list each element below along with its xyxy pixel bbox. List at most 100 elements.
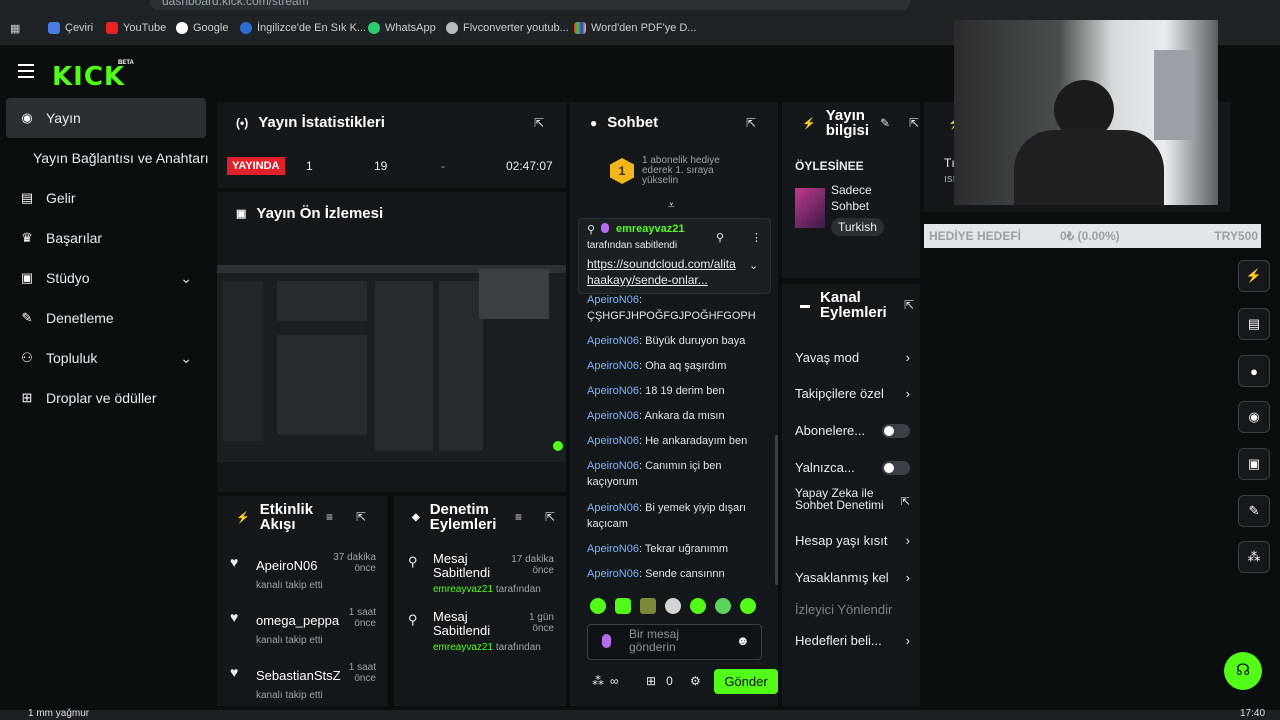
chevron-down-icon: ⌄ xyxy=(180,269,192,286)
chat-bubble-icon[interactable]: ● xyxy=(1238,355,1270,387)
broadcast-icon: (•) xyxy=(236,115,249,130)
sidebar-item-yayin[interactable]: ◉ Yayın xyxy=(6,98,206,138)
emote-icon[interactable] xyxy=(715,598,731,614)
heart-icon: ♥ xyxy=(230,609,239,625)
chevron-right-icon: › xyxy=(905,570,910,585)
pin-icon: ⚲ xyxy=(408,554,418,569)
points-icon: ⁂ xyxy=(592,674,604,688)
points-icon[interactable]: ⁂ xyxy=(1238,541,1270,573)
studio-icon[interactable]: ▣ xyxy=(1238,448,1270,480)
mod-action-item: ⚲ Mesaj Sabitlendi 1 gün önce emreayvaz2… xyxy=(408,609,554,654)
shield-icon: ◈ xyxy=(412,511,420,523)
heart-icon: ♥ xyxy=(230,664,239,680)
banned-words-option[interactable]: Yasaklanmış kel › xyxy=(795,570,910,585)
category-thumbnail[interactable] xyxy=(795,188,825,228)
bookmark-ingilizce[interactable]: İngilizce'de En Sık K... xyxy=(240,22,366,34)
popout-icon[interactable]: ⇱ xyxy=(534,116,548,130)
chevron-right-icon: › xyxy=(905,533,910,548)
ai-moderation-option[interactable]: Yapay Zeka ile Sohbet Denetimi ⇱ xyxy=(795,487,910,511)
more-icon[interactable]: ⋮ xyxy=(751,231,762,244)
bookmark-ceviri[interactable]: Çeviri xyxy=(48,22,93,34)
stream-info-header: ⚡ Yayın bilgisi xyxy=(802,107,870,139)
sidebar-item-studyo[interactable]: ▣ Stüdyo ⌄ xyxy=(6,258,206,298)
category-name[interactable]: Sadece Sohbet xyxy=(831,182,891,214)
activity-item: ♥ SebastianStsZ kanalı takip etti 1 saat… xyxy=(230,662,376,701)
chat-message: ApeiroN06: Canımın içi ben kaçıyorum xyxy=(587,460,722,488)
emote-icon[interactable] xyxy=(615,598,631,614)
chevron-right-icon: › xyxy=(905,386,910,401)
subscribers-only-toggle[interactable] xyxy=(882,423,910,438)
sidebar-item-basarilar[interactable]: ♛ Başarılar xyxy=(6,218,206,258)
chat-scrollbar[interactable] xyxy=(775,435,778,585)
webcam-overlay xyxy=(954,20,1218,205)
apps-grid-icon[interactable]: ▦ xyxy=(10,22,20,35)
chevron-right-icon: › xyxy=(905,633,910,648)
bookmark-youtube[interactable]: YouTube xyxy=(106,22,166,34)
collapse-icon[interactable]: ⩡ xyxy=(668,198,675,213)
chevron-down-icon: ⌄ xyxy=(180,349,192,366)
emote-icon[interactable] xyxy=(590,598,606,614)
follower-count: 19 xyxy=(374,159,388,173)
sidebar-item-gelir[interactable]: ▤ Gelir xyxy=(6,178,206,218)
emote-icon[interactable] xyxy=(690,598,706,614)
chevron-down-icon[interactable]: ⌄ xyxy=(749,259,758,272)
mic-badge-icon xyxy=(601,223,609,233)
unpin-icon[interactable]: ⚲ xyxy=(716,231,724,244)
chevron-right-icon: › xyxy=(905,350,910,365)
send-button[interactable]: Gönder xyxy=(714,669,778,694)
emote-icon[interactable] xyxy=(740,598,756,614)
taskbar: 1 mm yağmur 17:40 xyxy=(0,708,1280,720)
chat-message: ApeiroN06: Oha aq şaşırdım xyxy=(587,360,727,372)
live-badge: YAYINDA xyxy=(227,157,285,175)
popout-icon[interactable]: ⇱ xyxy=(909,116,923,130)
filter-icon[interactable]: ≡ xyxy=(515,510,529,524)
goals-option[interactable]: Hedefleri beli... › xyxy=(795,633,910,648)
pinned-link[interactable]: https://soundcloud.com/alitahaakayy/send… xyxy=(587,256,741,290)
bolt-icon[interactable]: ⚡ xyxy=(1238,260,1270,292)
chat-message: ApeiroN06: Ankara da mısın xyxy=(587,410,725,422)
menu-icon[interactable] xyxy=(18,64,34,78)
broadcast-icon[interactable]: ◉ xyxy=(1238,401,1270,433)
raid-option: İzleyici Yönlendir xyxy=(795,602,893,617)
bookmark-google[interactable]: Google xyxy=(176,22,228,34)
kick-logo[interactable]: KICK xyxy=(52,62,125,92)
account-age-option[interactable]: Hesap yaşı kısıt › xyxy=(795,533,910,548)
chat-message: ApeiroN06: Bi yemek yiyip dışarı kaçıcam xyxy=(587,502,746,530)
document-icon[interactable]: ▤ xyxy=(1238,308,1270,340)
popout-icon[interactable]: ⇱ xyxy=(904,298,918,312)
emotes-only-toggle[interactable] xyxy=(882,460,910,475)
wrench-icon[interactable]: ✎ xyxy=(1238,495,1270,527)
chat-input[interactable]: Bir mesaj gönderin ☻ xyxy=(587,624,762,660)
gift-count[interactable]: ⊞ 0 xyxy=(646,674,673,688)
bookmark-word-pdf[interactable]: Word'den PDF'ye D... xyxy=(574,22,696,34)
gift-icon: ⊞ xyxy=(646,674,657,688)
emote-icon[interactable] xyxy=(665,598,681,614)
slow-mode-option[interactable]: Yavaş mod › xyxy=(795,350,910,365)
stream-preview-video[interactable] xyxy=(217,265,566,462)
viewer-count: 1 xyxy=(306,159,313,173)
bookmark-flvconverter[interactable]: Flvconverter youtub... xyxy=(446,22,569,34)
wrench-icon: ✎ xyxy=(21,310,33,325)
edit-icon[interactable]: ✎ xyxy=(880,116,894,130)
popout-icon[interactable]: ⇱ xyxy=(356,510,370,524)
popout-icon[interactable]: ⇱ xyxy=(545,510,559,524)
bolt-icon: ⚡ xyxy=(236,511,250,524)
sidebar-item-stream-key[interactable]: Yayın Bağlantısı ve Anahtarı xyxy=(6,138,209,178)
followers-only-option[interactable]: Takipçilere özel › xyxy=(795,386,910,401)
address-bar[interactable]: dashboard.kick.com/stream xyxy=(150,0,910,10)
users-icon: ⚇ xyxy=(21,350,33,365)
sidebar-item-denetleme[interactable]: ✎ Denetleme xyxy=(6,298,206,338)
subscribers-only-option: Abonelere... xyxy=(795,423,910,438)
sidebar-item-topluluk[interactable]: ⚇ Topluluk ⌄ xyxy=(6,338,206,378)
support-icon[interactable]: ☊ xyxy=(1224,652,1262,690)
sidebar-item-droplar[interactable]: ⊞ Droplar ve ödüller xyxy=(6,378,206,418)
filter-icon[interactable]: ≡ xyxy=(326,510,340,524)
popout-icon[interactable]: ⇱ xyxy=(746,116,760,130)
emoji-icon[interactable]: ☻ xyxy=(736,633,750,648)
bookmark-whatsapp[interactable]: WhatsApp xyxy=(368,22,436,34)
emote-bar xyxy=(590,598,756,614)
points-display[interactable]: ⁂ ∞ xyxy=(592,674,619,688)
emote-icon[interactable] xyxy=(640,598,656,614)
pinned-message: ⚲ emreayvaz21 tarafından sabitlendi ⚲ ⋮ … xyxy=(578,218,771,294)
settings-icon[interactable]: ⚙ xyxy=(690,674,701,688)
